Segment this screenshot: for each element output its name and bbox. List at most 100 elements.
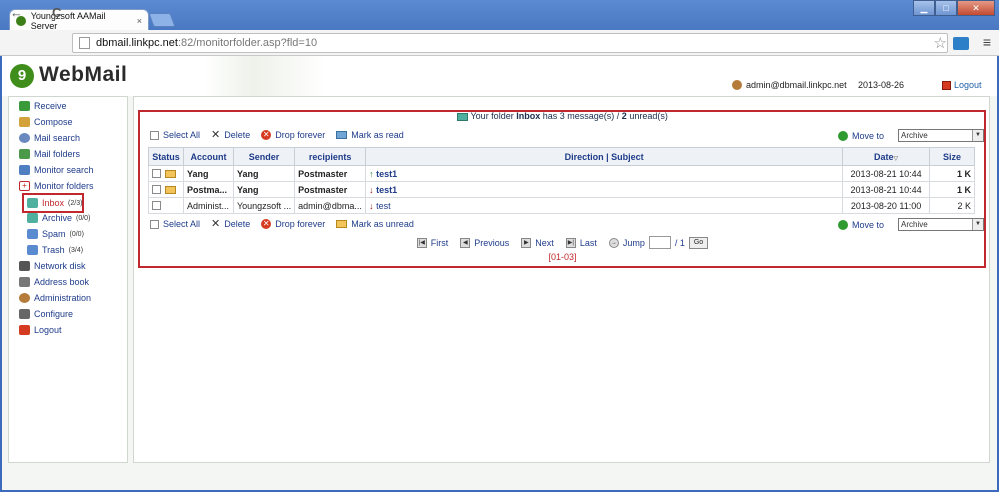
move-to-select-bottom[interactable]: Archive ▼	[898, 218, 985, 231]
select-all-label: Select All	[163, 219, 201, 229]
select-all-checkbox[interactable]	[150, 219, 159, 229]
move-to-label[interactable]: Move to	[852, 131, 884, 141]
maximize-button[interactable]: □	[935, 0, 957, 16]
mark-read-label: Mark as read	[351, 130, 404, 140]
row-size: 1 K	[929, 181, 975, 198]
sidebar-folder-trash[interactable]: Trash (3/4)	[27, 245, 83, 255]
inbox-folder-icon	[27, 198, 38, 208]
select-all-label: Select All	[163, 130, 201, 140]
summary-unread: 2	[621, 111, 627, 121]
logout-link-top[interactable]: Logout	[942, 80, 982, 90]
close-window-button[interactable]: ✕	[957, 0, 995, 16]
col-size[interactable]: Size	[929, 147, 975, 166]
sidebar-item-monitor-folders[interactable]: + Monitor folders	[19, 181, 94, 191]
first-page-icon: |◀	[416, 237, 427, 248]
col-account[interactable]: Account	[182, 147, 234, 166]
header-user: admin@dbmail.linkpc.net	[732, 80, 847, 90]
col-recipients[interactable]: recipients	[294, 147, 367, 166]
move-to-icon	[838, 219, 848, 230]
col-date[interactable]: Date▽	[842, 147, 931, 166]
row-sender: Youngzsoft ...	[232, 197, 296, 214]
arrow-down-icon: ↓	[369, 184, 374, 195]
row-subject-link[interactable]: test1	[376, 169, 397, 179]
sidebar-item-mail-folders[interactable]: Mail folders	[19, 149, 80, 159]
back-button[interactable]: ←	[10, 5, 23, 20]
sidebar-item-logout[interactable]: Logout	[19, 325, 62, 335]
col-status[interactable]: Status	[148, 147, 184, 166]
table-row[interactable]: Yang Yang Postmaster ↑ test1 2013-08-21 …	[148, 165, 975, 182]
header-decoration	[205, 56, 325, 96]
sidebar-folder-archive[interactable]: Archive (0/0)	[27, 213, 90, 223]
reload-button[interactable]: C	[52, 5, 61, 20]
mark-as-unread-button[interactable]: Mark as unread	[336, 219, 414, 229]
mark-as-read-button[interactable]: Mark as read	[336, 130, 404, 140]
arrow-down-icon: ↓	[369, 200, 374, 211]
move-to-bottom: Move to Archive ▼	[838, 218, 985, 231]
select-all-top[interactable]: Select All	[150, 130, 200, 140]
move-to-label[interactable]: Move to	[852, 220, 884, 230]
action-bar-bottom: Select All ✕ Delete ✕ Drop forever Mark …	[150, 217, 425, 230]
extension-icon[interactable]	[953, 37, 969, 50]
sidebar-item-receive[interactable]: Receive	[19, 101, 67, 111]
delete-icon: ✕	[211, 217, 221, 230]
sidebar-item-monitor-search[interactable]: Monitor search	[19, 165, 94, 175]
minimize-button[interactable]: ▁	[913, 0, 935, 16]
folder-count: (2/3)	[68, 199, 83, 207]
row-subject-link[interactable]: test1	[376, 185, 397, 195]
row-checkbox[interactable]	[152, 201, 161, 210]
row-recipients: Postmaster	[294, 165, 367, 182]
first-page-button[interactable]: |◀ First	[416, 237, 448, 248]
select-all-checkbox[interactable]	[150, 130, 159, 140]
row-checkbox[interactable]	[152, 185, 161, 194]
folder-label: Inbox	[42, 198, 65, 208]
sidebar-item-mail-search[interactable]: Mail search	[19, 133, 80, 143]
bookmark-star-icon[interactable]: ☆	[934, 34, 947, 52]
sidebar-item-configure[interactable]: Configure	[19, 309, 73, 319]
col-sender[interactable]: Sender	[232, 147, 296, 166]
sidebar-folder-spam[interactable]: Spam (0/0)	[27, 229, 84, 239]
address-bar[interactable]: dbmail.linkpc.net :82/monitorfolder.asp?…	[72, 33, 948, 53]
monitor-folders-icon: +	[19, 181, 30, 191]
delete-button-top[interactable]: ✕ Delete	[211, 129, 250, 140]
delete-label: Delete	[224, 219, 251, 229]
user-email: admin@dbmail.linkpc.net	[746, 80, 847, 90]
row-recipients: Postmaster	[294, 181, 367, 198]
forward-button[interactable]: →	[31, 5, 44, 20]
drop-forever-button-bottom[interactable]: ✕ Drop forever	[261, 219, 325, 229]
sidebar-item-label: Receive	[34, 101, 67, 111]
tab-active[interactable]: Youngzsoft AAMail Server ×	[9, 9, 149, 31]
configure-icon	[19, 309, 30, 319]
move-to-icon	[838, 130, 848, 141]
row-subject-link[interactable]: test	[376, 201, 391, 211]
sidebar-item-administration[interactable]: Administration	[19, 293, 91, 303]
sidebar-item-label: Monitor folders	[34, 181, 94, 191]
move-to-value: Archive	[901, 131, 928, 140]
col-subject[interactable]: Direction | Subject	[365, 147, 844, 166]
sidebar-item-address-book[interactable]: Address book	[19, 277, 89, 287]
next-page-button[interactable]: ▶ Next	[521, 237, 554, 248]
network-disk-icon	[19, 261, 30, 271]
sidebar-folder-inbox[interactable]: Inbox (2/3)	[27, 198, 82, 208]
sidebar-item-compose[interactable]: Compose	[19, 117, 73, 127]
summary-folder: Inbox	[516, 111, 541, 121]
go-button[interactable]: Go	[688, 236, 709, 249]
menu-icon[interactable]: ≡	[983, 34, 991, 50]
row-checkbox[interactable]	[152, 169, 161, 178]
move-to-select-top[interactable]: Archive ▼	[898, 129, 985, 142]
last-page-button[interactable]: ▶| Last	[565, 237, 597, 248]
previous-page-button[interactable]: ◀ Previous	[460, 237, 509, 248]
delete-button-bottom[interactable]: ✕ Delete	[211, 217, 251, 230]
row-size: 1 K	[929, 165, 975, 182]
drop-forever-button-top[interactable]: ✕ Drop forever	[261, 130, 325, 140]
sidebar-item-label: Monitor search	[34, 165, 94, 175]
page-number-input[interactable]	[648, 236, 671, 249]
new-tab-button[interactable]	[148, 13, 176, 27]
sidebar-item-network-disk[interactable]: Network disk	[19, 261, 86, 271]
row-recipients: admin@dbma...	[294, 197, 367, 214]
table-row[interactable]: Postma... Yang Postmaster ↓ test1 2013-0…	[148, 181, 975, 198]
select-all-bottom[interactable]: Select All	[150, 219, 200, 229]
row-date: 2013-08-20 11:00	[842, 197, 931, 214]
chevron-down-icon: ▼	[972, 130, 984, 141]
table-row[interactable]: Administ... Youngzsoft ... admin@dbma...…	[148, 197, 975, 214]
tab-close-icon[interactable]: ×	[137, 16, 142, 26]
